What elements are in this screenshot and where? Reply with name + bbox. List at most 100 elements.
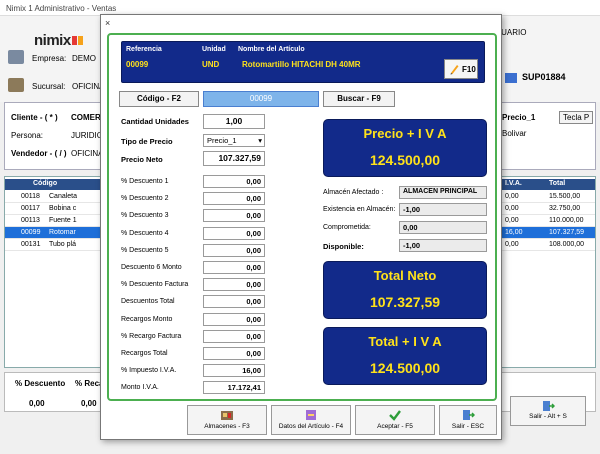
sucursal-label: Sucursal:: [32, 82, 66, 91]
line-label: % Descuento 3: [121, 212, 169, 220]
unit-value: UND: [202, 60, 220, 69]
tipo-precio-select[interactable]: Precio_1 ▾: [203, 134, 265, 147]
article-modal: × Referencia Unidad Nombre del Artículo …: [100, 14, 502, 440]
line-value-field[interactable]: 0,00: [203, 312, 265, 326]
cell-desc: Canaleta: [49, 193, 78, 200]
line-label: % Descuento Factura: [121, 281, 189, 289]
article-name: Rotomartillo HITACHI DH 40MR: [242, 60, 361, 69]
total-iva-box: Total + I V A 124.500,00: [323, 327, 487, 385]
footer-value-recargo: 0,00: [81, 399, 97, 408]
line-label: Descuentos Total: [121, 298, 175, 306]
line-value-field[interactable]: 0,00: [203, 278, 265, 292]
modal-action-bar: Almacenes - F3 Datos del Artículo - F4 A…: [187, 405, 497, 437]
codigo-button[interactable]: Código - F2: [119, 91, 199, 107]
article-info-bar: Referencia Unidad Nombre del Artículo 00…: [121, 41, 485, 83]
existencia-label: Existencia en Almacén:: [323, 206, 396, 213]
tipo-precio-label: Tipo de Precio: [121, 137, 173, 146]
name-label: Nombre del Artículo: [238, 46, 305, 53]
modal-content: Referencia Unidad Nombre del Artículo 00…: [107, 33, 497, 401]
cell-code: 00117: [21, 205, 40, 212]
line-value-field[interactable]: 0,00: [203, 295, 265, 309]
precio-label: Precio_1: [502, 113, 536, 122]
comprometida-field: 0,00: [399, 221, 487, 234]
line-value-field[interactable]: 16,00: [203, 364, 265, 378]
vendedor-label: Vendedor - ( / ): [11, 149, 67, 158]
chevron-down-icon: ▾: [258, 136, 262, 145]
line-value-field[interactable]: 17.172,41: [203, 381, 265, 395]
cell-desc: Tubo plá: [49, 241, 76, 248]
empresa-value: DEMO: [72, 54, 96, 63]
almacenes-button[interactable]: Almacenes - F3: [187, 405, 267, 435]
almacen-field: ALMACEN PRINCIPAL: [399, 186, 487, 199]
warehouse-icon: [221, 411, 233, 420]
datos-articulo-button[interactable]: Datos del Artículo - F4: [271, 405, 351, 435]
edit-f10-button[interactable]: F10: [444, 59, 478, 79]
precio-neto-field[interactable]: 107.327,59: [203, 151, 265, 166]
salir-alt-button[interactable]: Salir - Alt + S: [510, 396, 586, 426]
vendedor-value: OFICINA: [71, 149, 104, 158]
line-label: % Descuento 1: [121, 178, 169, 185]
cell-iva: 0,00: [505, 217, 519, 224]
almacen-label: Almacén Afectado :: [323, 189, 384, 196]
total-iva-value: 124.500,00: [369, 360, 441, 376]
tecla-button[interactable]: Tecla P: [559, 111, 594, 124]
document-icon: [505, 73, 517, 83]
line-label: % Descuento 5: [121, 246, 169, 254]
footer-value-descuento: 0,00: [29, 399, 45, 408]
ref-label: Referencia: [126, 46, 162, 53]
line-value-field[interactable]: 0,00: [203, 192, 265, 206]
cell-desc: Bobina c: [49, 205, 77, 212]
close-icon[interactable]: ×: [105, 18, 110, 28]
cell-code: 00113: [21, 217, 40, 224]
aceptar-button[interactable]: Aceptar - F5: [355, 405, 435, 435]
window-title: Nimix 1 Administrativo - Ventas: [6, 4, 117, 13]
codigo-input[interactable]: 00099: [203, 91, 319, 107]
unit-label: Unidad: [202, 46, 226, 53]
city-value: Bolivar: [502, 129, 527, 138]
cell-code: 00131: [21, 241, 41, 248]
line-value-field[interactable]: 0,00: [203, 329, 265, 343]
line-label: Monto I.V.A.: [121, 384, 159, 392]
cell-desc: Fuente 1: [49, 217, 77, 224]
line-value-field[interactable]: 0,00: [203, 243, 265, 257]
line-label: Recargos Monto: [121, 315, 173, 323]
precio-iva-value: 124.500,00: [369, 152, 441, 168]
exit-icon: [543, 401, 555, 411]
precio-iva-box: Precio + I V A 124.500,00: [323, 119, 487, 177]
line-label: Recargos Total: [121, 350, 168, 357]
cell-iva: 16,00: [505, 229, 523, 236]
total-neto-box: Total Neto 107.327,59: [323, 261, 487, 319]
check-icon: [389, 410, 401, 421]
line-value-field[interactable]: 0,00: [203, 261, 265, 274]
cell-total: 15.500,00: [549, 193, 581, 200]
precio-neto-label: Precio Neto: [121, 155, 163, 164]
branch-icon: [8, 78, 24, 92]
cell-iva: 0,00: [505, 241, 519, 248]
cell-code: 00099: [21, 229, 41, 236]
server-icon: [8, 50, 24, 64]
cell-total: 108.000,00: [549, 241, 585, 248]
empresa-label: Empresa:: [32, 54, 67, 63]
total-neto-title: Total Neto: [373, 268, 437, 283]
persona-label: Persona:: [11, 131, 44, 140]
line-value-field[interactable]: 0,00: [203, 175, 265, 188]
line-value-field[interactable]: 0,00: [203, 226, 265, 240]
precio-iva-title: Precio + I V A: [363, 126, 447, 141]
line-value-field[interactable]: 0,00: [203, 209, 265, 223]
ref-value: 00099: [126, 60, 149, 69]
buscar-button[interactable]: Buscar - F9: [323, 91, 395, 107]
cell-desc: Rotomar: [49, 229, 76, 236]
exit-icon: [463, 410, 475, 420]
doc-number: SUP01884: [522, 72, 566, 82]
cell-iva: 0,00: [505, 205, 519, 212]
cantidad-field[interactable]: 1,00: [203, 114, 265, 129]
line-label: % Descuento 2: [121, 195, 169, 203]
disponible-label: Disponible:: [323, 242, 364, 251]
line-value-field[interactable]: 0,00: [203, 347, 265, 360]
cell-total: 110.000,00: [549, 217, 584, 224]
line-label: Descuento 6 Monto: [121, 264, 182, 271]
salir-button[interactable]: Salir - ESC: [439, 405, 497, 435]
line-label: % Recargo Factura: [121, 332, 182, 340]
disponible-field: -1,00: [399, 239, 487, 252]
cell-code: 00118: [21, 193, 40, 200]
